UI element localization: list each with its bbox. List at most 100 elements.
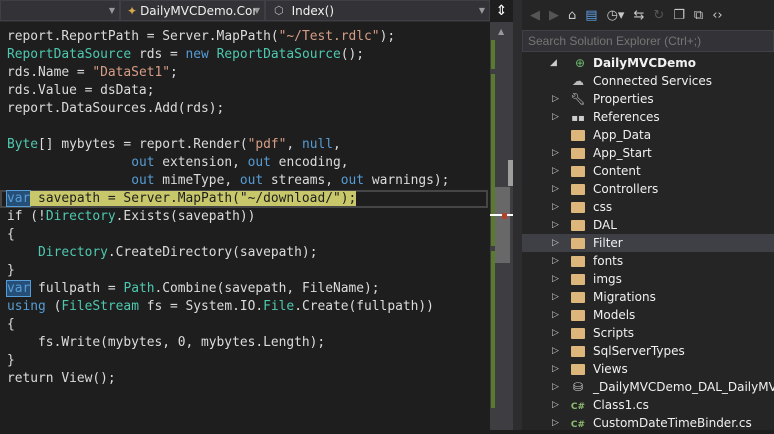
tree-item[interactable]: ▷ Controllers: [522, 180, 774, 198]
member-dropdown[interactable]: ⬡ Index() ▼: [265, 0, 490, 21]
code-line[interactable]: return View();: [0, 370, 449, 388]
tree-item[interactable]: ▷ C# CustomDateTimeBinder.cs: [522, 414, 774, 432]
code-line[interactable]: {: [0, 226, 449, 244]
collapsed-arrow-icon[interactable]: ▷: [552, 252, 562, 270]
code-area[interactable]: report.ReportPath = Server.MapPath("~/Te…: [0, 28, 488, 388]
collapsed-arrow-icon[interactable]: ▷: [552, 162, 562, 180]
code-editor[interactable]: report.ReportPath = Server.MapPath("~/Te…: [0, 0, 490, 430]
code-line[interactable]: report.DataSources.Add(rds);: [0, 100, 449, 118]
code-token: File: [263, 299, 295, 314]
code-token: ,: [286, 137, 302, 152]
code-token: out: [131, 173, 155, 188]
code-line[interactable]: {: [0, 316, 449, 334]
forward-icon[interactable]: ▶: [549, 8, 559, 23]
pending-changes-filter-icon[interactable]: ◷▾: [607, 8, 625, 23]
collapsed-arrow-icon[interactable]: ▷: [552, 144, 562, 162]
back-icon[interactable]: ◀: [530, 8, 540, 23]
code-line[interactable]: var savepath = Server.MapPath("~/downloa…: [0, 190, 488, 208]
tree-item-label: CustomDateTimeBinder.cs: [593, 416, 752, 430]
collapsed-arrow-icon[interactable]: ▷: [552, 180, 562, 198]
collapsed-arrow-icon[interactable]: ▷: [552, 198, 562, 216]
scroll-thumb[interactable]: [495, 187, 510, 263]
vertical-scrollbar[interactable]: ▲: [490, 22, 513, 430]
collapsed-arrow-icon[interactable]: ▷: [552, 108, 562, 126]
tree-item[interactable]: ▷ ⛁ _DailyMVCDemo_DAL_DailyMVCD: [522, 378, 774, 396]
tree-item[interactable]: ▷ Scripts: [522, 324, 774, 342]
tree-item[interactable]: ▷ App_Start: [522, 144, 774, 162]
code-line[interactable]: if (!Directory.Exists(savepath)): [0, 208, 449, 226]
home-icon[interactable]: ⌂: [568, 8, 576, 23]
code-line[interactable]: }: [0, 262, 449, 280]
folder-icon: [570, 342, 586, 362]
code-token: .CreateDirectory(savepath);: [107, 245, 318, 260]
split-window-button[interactable]: ⇕: [490, 0, 513, 22]
code-token: out: [131, 155, 155, 170]
code-token: ReportPath: [61, 29, 139, 44]
search-solution-explorer-input[interactable]: [522, 30, 774, 52]
code-line[interactable]: rds.Name = "DataSet1";: [0, 64, 449, 82]
tree-item[interactable]: ▷ ▪▪ References: [522, 108, 774, 126]
tree-item[interactable]: ▷ Views: [522, 360, 774, 378]
tree-item[interactable]: ▷ Content: [522, 162, 774, 180]
collapsed-arrow-icon[interactable]: ▷: [552, 90, 562, 108]
code-line[interactable]: fs.Write(mybytes, 0, mybytes.Length);: [0, 334, 449, 352]
show-all-files-icon[interactable]: ⧉: [694, 8, 703, 23]
refresh-icon[interactable]: ↻: [653, 8, 664, 23]
switch-views-icon[interactable]: ▤: [585, 8, 597, 23]
code-token: out: [239, 173, 264, 188]
project-dropdown[interactable]: ▼: [0, 0, 120, 21]
code-line[interactable]: rds.Value = dsData;: [0, 82, 449, 100]
tree-item[interactable]: ☁ Connected Services: [522, 72, 774, 90]
collapsed-arrow-icon[interactable]: ▷: [552, 288, 562, 306]
code-line[interactable]: var fullpath = Path.Combine(savepath, Fi…: [0, 280, 449, 298]
collapsed-arrow-icon[interactable]: ▷: [552, 396, 562, 414]
code-line[interactable]: Byte[] mybytes = report.Render("pdf", nu…: [0, 136, 449, 154]
tree-item[interactable]: ▷ SqlServerTypes: [522, 342, 774, 360]
tree-item[interactable]: ▷ css: [522, 198, 774, 216]
view-code-icon[interactable]: ‹›: [712, 8, 722, 23]
tree-item[interactable]: ▷ Migrations: [522, 288, 774, 306]
code-token: rds.Name =: [7, 65, 93, 80]
tree-item[interactable]: ▷ fonts: [522, 252, 774, 270]
collapsed-arrow-icon[interactable]: ▷: [552, 324, 562, 342]
collapsed-arrow-icon[interactable]: ▷: [552, 414, 562, 432]
tree-item[interactable]: App_Data: [522, 126, 774, 144]
tree-item[interactable]: ▷ 🔧︎ Properties: [522, 90, 774, 108]
tree-item[interactable]: ▷ Models: [522, 306, 774, 324]
collapsed-arrow-icon[interactable]: ▷: [552, 378, 562, 396]
collapsed-arrow-icon[interactable]: ▷: [552, 360, 562, 378]
code-token: var: [5, 190, 32, 207]
code-token: }: [7, 353, 15, 368]
tree-item[interactable]: ◢ ⊕ DailyMVCDemo: [522, 54, 774, 72]
solution-tree: ◢ ⊕ DailyMVCDemo ☁ Connected Services ▷ 🔧︎ Prop…: [522, 52, 774, 432]
class-dropdown[interactable]: ✦DailyMVCDemo.Controllers.Generat▼: [120, 0, 265, 21]
collapsed-arrow-icon[interactable]: ▷: [552, 270, 562, 288]
folder-icon: [570, 234, 586, 254]
collapsed-arrow-icon[interactable]: ▷: [552, 342, 562, 360]
database-icon: ⛁: [572, 380, 584, 394]
code-token: using: [7, 299, 46, 314]
tree-item[interactable]: ▷ C# Class1.cs: [522, 396, 774, 414]
collapsed-arrow-icon[interactable]: ▷: [552, 234, 562, 252]
code-line[interactable]: }: [0, 352, 449, 370]
tree-item[interactable]: ▷ imgs: [522, 270, 774, 288]
scroll-up-arrow-icon[interactable]: ▲: [498, 27, 504, 36]
collapse-all-icon[interactable]: ❐: [673, 8, 685, 23]
collapsed-arrow-icon[interactable]: ▷: [552, 216, 562, 234]
code-line[interactable]: out extension, out encoding,: [0, 154, 449, 172]
tree-item[interactable]: ▷ DAL: [522, 216, 774, 234]
code-line[interactable]: report.ReportPath = Server.MapPath("~/Te…: [0, 28, 449, 46]
code-line[interactable]: Directory.CreateDirectory(savepath);: [0, 244, 449, 262]
tree-item-label: Scripts: [593, 326, 635, 340]
code-line[interactable]: [0, 118, 449, 136]
panel-splitter[interactable]: [513, 0, 522, 430]
code-line[interactable]: out mimeType, out streams, out warnings)…: [0, 172, 449, 190]
code-line[interactable]: ReportDataSource rds = new ReportDataSou…: [0, 46, 449, 64]
expanded-arrow-icon[interactable]: ◢: [550, 54, 560, 72]
tree-item[interactable]: ▷ Filter: [522, 234, 774, 252]
code-token: }: [7, 263, 15, 278]
code-line[interactable]: using (FileStream fs = System.IO.File.Cr…: [0, 298, 449, 316]
sync-icon[interactable]: ⇆: [633, 8, 644, 23]
collapsed-arrow-icon[interactable]: ▷: [552, 306, 562, 324]
